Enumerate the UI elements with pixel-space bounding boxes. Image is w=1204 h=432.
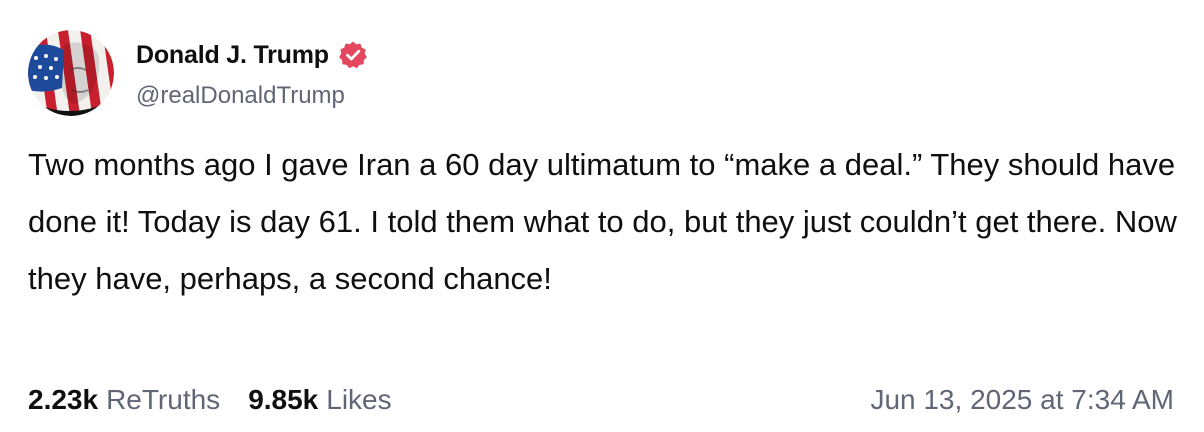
retruths-label: ReTruths: [106, 384, 221, 415]
retruths-stat[interactable]: 2.23k ReTruths: [28, 384, 220, 416]
likes-stat[interactable]: 9.85k Likes: [248, 384, 391, 416]
flag-portrait-icon: [28, 30, 114, 116]
retruths-count: 2.23k: [28, 384, 99, 415]
truth-post-card: Donald J. Trump @realDonaldTrump Two mon…: [0, 0, 1204, 432]
likes-count: 9.85k: [248, 384, 319, 415]
author-row: Donald J. Trump: [136, 38, 368, 72]
author-handle[interactable]: @realDonaldTrump: [136, 82, 345, 110]
post-footer: 2.23k ReTruths 9.85k Likes Jun 13, 2025 …: [28, 378, 1174, 422]
post-timestamp[interactable]: Jun 13, 2025 at 7:34 AM: [870, 384, 1174, 416]
post-body: Two months ago I gave Iran a 60 day ulti…: [28, 147, 1177, 296]
display-name[interactable]: Donald J. Trump: [136, 41, 329, 70]
verified-badge-icon: [338, 40, 368, 70]
avatar[interactable]: [28, 30, 114, 116]
likes-label: Likes: [326, 384, 392, 415]
